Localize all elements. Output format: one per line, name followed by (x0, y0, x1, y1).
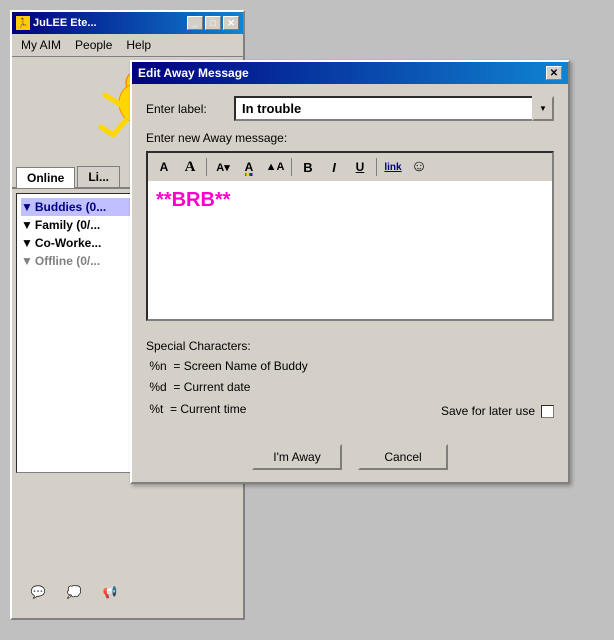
dialog-body: Enter label: In trouble ▼ Enter new Away… (132, 84, 568, 434)
menu-myaim[interactable]: My AIM (18, 37, 64, 53)
maximize-button[interactable]: □ (205, 16, 221, 30)
code-n: %n (149, 359, 166, 373)
save-row: Save for later use (441, 401, 554, 421)
font-color-button[interactable]: A (237, 156, 261, 178)
chat-icon[interactable]: 💬 (24, 578, 52, 606)
im-away-button[interactable]: I'm Away (252, 444, 342, 470)
desc-d: = Current date (173, 380, 250, 394)
aim-window-title: JuLEE Ete... (33, 17, 97, 29)
special-chars-label: Special Characters: (146, 336, 554, 356)
font-size-down-icon: A▾ (216, 161, 229, 174)
enter-label-text: Enter label: (146, 102, 226, 116)
toolbar-separator-2 (291, 158, 292, 176)
desc-n: = Screen Name of Buddy (173, 359, 307, 373)
menu-help[interactable]: Help (123, 37, 154, 53)
italic-button[interactable]: I (322, 156, 346, 178)
dialog-close-button[interactable]: ✕ (546, 66, 562, 80)
special-char-d: %d = Current date (146, 377, 554, 397)
font-color-icon: A (245, 160, 254, 174)
enter-msg-label: Enter new Away message: (146, 131, 554, 145)
code-d: %d (149, 380, 166, 394)
aim-title-bar: 🏃 JuLEE Ete... _ □ ✕ (12, 12, 243, 34)
message-toolbar: A A A▾ A ▲A B (146, 151, 554, 181)
font-size-down-button[interactable]: A▾ (211, 156, 235, 178)
message-textarea[interactable]: **BRB** (146, 181, 554, 321)
buddies-label: Buddies (0... (35, 200, 106, 214)
menu-people[interactable]: People (72, 37, 115, 53)
emoji-icon: ☺ (411, 158, 427, 176)
special-chars-section: Special Characters: %n = Screen Name of … (146, 336, 554, 422)
dialog-buttons: I'm Away Cancel (132, 434, 568, 482)
minimize-button[interactable]: _ (187, 16, 203, 30)
save-label: Save for later use (441, 401, 535, 421)
aim-title-buttons: _ □ ✕ (187, 16, 239, 30)
offline-arrow: ▼ (21, 254, 33, 268)
link-icon: link (384, 162, 401, 173)
dialog-title-text: Edit Away Message (138, 66, 249, 80)
link-button[interactable]: link (381, 156, 405, 178)
dropdown-arrow-icon[interactable]: ▼ (532, 96, 554, 121)
special-char-n: %n = Screen Name of Buddy (146, 356, 554, 376)
label-row: Enter label: In trouble ▼ (146, 96, 554, 121)
cancel-button[interactable]: Cancel (358, 444, 448, 470)
speech-icon[interactable]: 💭 (60, 578, 88, 606)
font-bgcolor-icon: ▲A (266, 161, 285, 173)
coworkers-arrow: ▼ (21, 236, 33, 250)
buddies-arrow: ▼ (21, 200, 33, 214)
aim-bottom-icons: 💬 💭 📢 (20, 574, 128, 610)
aim-title-left: 🏃 JuLEE Ete... (16, 16, 97, 30)
label-dropdown[interactable]: In trouble (234, 96, 554, 121)
font-serif-icon: A (185, 159, 196, 176)
font-sans-button[interactable]: A (152, 156, 176, 178)
family-label: Family (0/... (35, 218, 100, 232)
font-sans-icon: A (160, 160, 169, 174)
dropdown-wrapper: In trouble ▼ (234, 96, 554, 121)
italic-icon: I (332, 160, 336, 175)
coworkers-label: Co-Worke... (35, 236, 101, 250)
bold-button[interactable]: B (296, 156, 320, 178)
toolbar-separator-3 (376, 158, 377, 176)
special-char-t: %t = Current time (146, 399, 246, 419)
aim-menubar: My AIM People Help (12, 34, 243, 57)
offline-label: Offline (0/... (35, 254, 100, 268)
bold-icon: B (303, 160, 312, 175)
font-serif-button[interactable]: A (178, 156, 202, 178)
edit-away-message-dialog: Edit Away Message ✕ Enter label: In trou… (130, 60, 570, 484)
underline-button[interactable]: U (348, 156, 372, 178)
desc-t: = Current time (170, 402, 246, 416)
save-checkbox[interactable] (541, 405, 554, 418)
toolbar-separator-1 (206, 158, 207, 176)
broadcast-icon[interactable]: 📢 (96, 578, 124, 606)
tab-online[interactable]: Online (16, 167, 75, 188)
aim-icon: 🏃 (16, 16, 30, 30)
tab-list[interactable]: Li... (77, 166, 120, 187)
dialog-title-bar: Edit Away Message ✕ (132, 62, 568, 84)
underline-icon: U (356, 160, 365, 174)
special-char-t-row: %t = Current time Save for later use (146, 397, 554, 421)
close-button[interactable]: ✕ (223, 16, 239, 30)
code-t: %t (149, 402, 163, 416)
emoji-button[interactable]: ☺ (407, 156, 431, 178)
family-arrow: ▼ (21, 218, 33, 232)
font-bgcolor-button[interactable]: ▲A (263, 156, 287, 178)
